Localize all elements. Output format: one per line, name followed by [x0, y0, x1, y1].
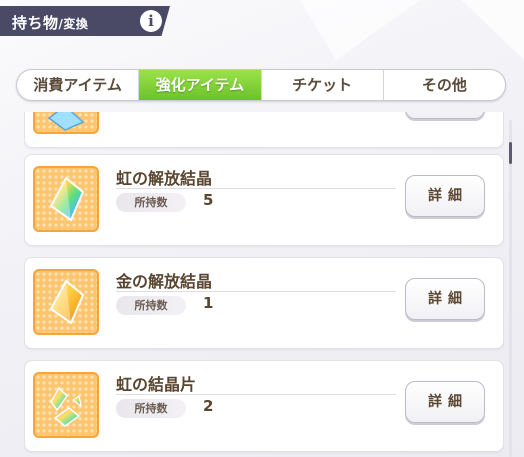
detail-button[interactable]: 詳細 [405, 278, 485, 320]
tab-tickets[interactable]: チケット [260, 70, 383, 100]
divider [116, 394, 396, 395]
scrollbar-thumb[interactable] [509, 142, 512, 164]
detail-button-partial[interactable] [405, 112, 485, 119]
tab-consumables[interactable]: 消費アイテム [17, 70, 138, 100]
list-item: 虹の解放結晶 所持数 5 詳細 [24, 154, 504, 246]
divider [116, 291, 396, 292]
tab-enhancement-items[interactable]: 強化アイテム [138, 70, 261, 100]
scrollbar[interactable] [509, 120, 512, 457]
item-list[interactable]: 虹の解放結晶 所持数 5 詳細 金の解放結晶 所持数 1 詳細 虹の結晶片 所持… [24, 112, 504, 457]
quantity-value: 5 [203, 191, 214, 209]
page-title: 持ち物/変換 [12, 14, 89, 32]
item-name: 虹の結晶片 [116, 375, 197, 394]
rainbow-shard-icon [33, 372, 99, 438]
quantity-value: 1 [203, 294, 214, 312]
background-shard [461, 0, 524, 60]
background-shard [300, 0, 420, 60]
list-item: 金の解放結晶 所持数 1 詳細 [24, 257, 504, 349]
quantity-value: 2 [203, 397, 214, 415]
divider [116, 188, 396, 189]
screen-header: 持ち物/変換 i [0, 6, 170, 36]
gold-crystal-icon [33, 269, 99, 335]
item-name: 虹の解放結晶 [116, 169, 213, 188]
quantity-label: 所持数 [116, 296, 186, 315]
rainbow-crystal-icon [33, 166, 99, 232]
info-icon[interactable]: i [140, 10, 162, 32]
item-name: 金の解放結晶 [116, 272, 213, 291]
quantity-label: 所持数 [116, 399, 186, 418]
crystal-icon [33, 112, 99, 134]
quantity-label: 所持数 [116, 193, 186, 212]
list-item: 虹の結晶片 所持数 2 詳細 [24, 360, 504, 452]
list-item-partial [24, 112, 504, 148]
category-tabs: 消費アイテム 強化アイテム チケット その他 [16, 69, 506, 101]
detail-button[interactable]: 詳細 [405, 175, 485, 217]
detail-button[interactable]: 詳細 [405, 381, 485, 423]
tab-other[interactable]: その他 [382, 70, 505, 100]
